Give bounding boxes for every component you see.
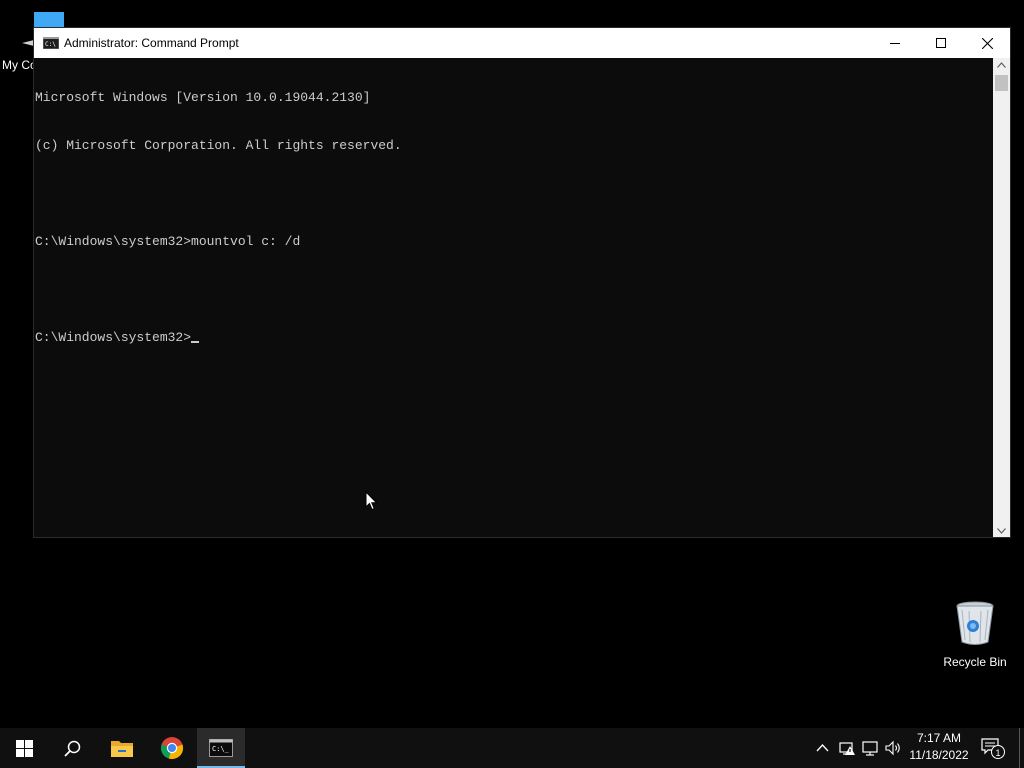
minimize-button[interactable] [872, 28, 918, 58]
action-center-button[interactable]: 1 [981, 738, 1005, 759]
file-explorer-icon [111, 741, 133, 757]
console-prompt: C:\Windows\system32> [35, 330, 192, 345]
console-line: Microsoft Windows [Version 10.0.19044.21… [35, 90, 371, 105]
window-title: Administrator: Command Prompt [64, 36, 239, 50]
maximize-button[interactable] [918, 28, 964, 58]
show-hidden-icons-button[interactable] [816, 740, 829, 756]
close-button[interactable] [964, 28, 1010, 58]
show-desktop-button[interactable] [1019, 728, 1024, 768]
network-warning-tray-button[interactable] [838, 740, 856, 756]
vertical-scrollbar[interactable] [993, 58, 1010, 537]
svg-text:C:\: C:\ [45, 41, 56, 48]
command-prompt-taskbar-button[interactable]: C:\_ [197, 728, 245, 768]
console-line: C:\Windows\system32>mountvol c: /d [35, 234, 301, 249]
title-bar[interactable]: C:\ Administrator: Command Prompt [34, 28, 1010, 58]
search-icon [63, 740, 80, 757]
notification-count-badge: 1 [991, 745, 1005, 759]
scroll-down-arrow-icon[interactable] [997, 528, 1006, 534]
recycle-bin-icon [956, 601, 994, 645]
console-line: (c) Microsoft Corporation. All rights re… [35, 138, 402, 153]
maximize-icon [936, 38, 946, 48]
mouse-pointer-icon [365, 491, 378, 511]
taskbar-clock[interactable]: 7:17 AM 11/18/2022 [904, 730, 974, 766]
file-explorer-button[interactable] [98, 728, 146, 768]
search-button[interactable] [48, 728, 96, 768]
taskbar: C:\_ 7:17 AM 11/18/2022 1 [0, 728, 1024, 768]
network-tray-button[interactable] [862, 740, 880, 756]
clock-time: 7:17 AM [916, 731, 962, 745]
svg-text:C:\_: C:\_ [212, 745, 230, 753]
close-icon [981, 37, 993, 49]
start-icon [15, 739, 33, 757]
command-prompt-window[interactable]: C:\ Administrator: Command Prompt Micros… [33, 27, 1011, 538]
minimize-icon [890, 43, 900, 44]
desktop-icon-label: Recycle Bin [943, 655, 1007, 669]
volume-tray-button[interactable] [885, 740, 903, 756]
cmd-icon: C:\ [43, 37, 59, 49]
console-output[interactable]: Microsoft Windows [Version 10.0.19044.21… [34, 58, 993, 537]
desktop-icon-recycle-bin[interactable]: Recycle Bin [940, 600, 1010, 669]
chrome-icon [160, 737, 184, 759]
command-prompt-icon: C:\_ [209, 739, 233, 757]
start-button[interactable] [0, 728, 48, 768]
console-prompt-line: C:\Windows\system32> [35, 330, 993, 346]
chevron-up-icon [816, 744, 829, 752]
scroll-up-arrow-icon[interactable] [997, 62, 1006, 68]
text-cursor [191, 341, 200, 343]
volume-icon [885, 740, 900, 756]
network-icon [862, 741, 878, 756]
scrollbar-thumb[interactable] [995, 75, 1008, 91]
chrome-button[interactable] [148, 728, 196, 768]
desktop: My Co Recycle Bin C:\ Administrator: Com… [0, 0, 1024, 768]
clock-date: 11/18/2022 [909, 748, 969, 762]
desktop-icon-label: My Co [2, 58, 37, 72]
network-warning-icon [839, 742, 855, 755]
